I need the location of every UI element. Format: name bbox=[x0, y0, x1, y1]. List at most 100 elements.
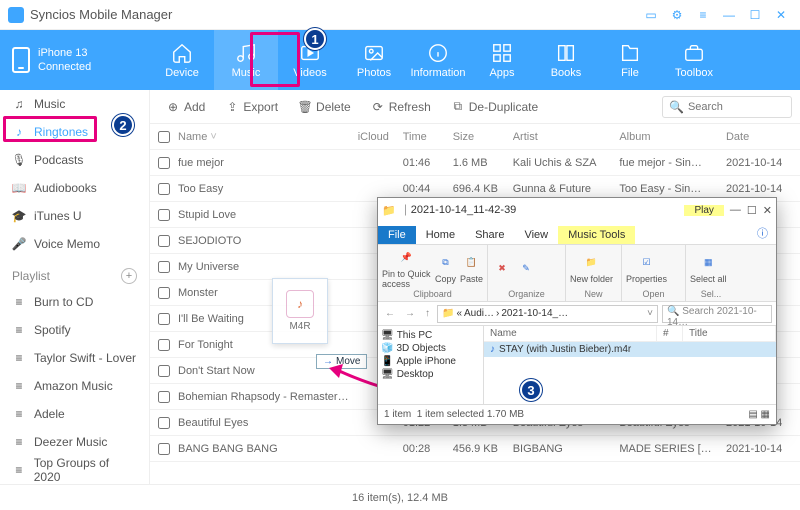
drag-ghost: ♪ M4R bbox=[272, 278, 328, 344]
row-checkbox[interactable] bbox=[158, 235, 170, 247]
sidebar-item-itunes-u[interactable]: 🎓iTunes U bbox=[0, 202, 149, 230]
rename-icon[interactable]: ✎ bbox=[516, 258, 536, 278]
explorer-maximize[interactable]: ☐ bbox=[747, 204, 757, 217]
badge-1: 1 bbox=[304, 28, 326, 50]
tree-icon: 🧊 bbox=[381, 343, 393, 354]
explorer-titlebar[interactable]: 📁 ｜ 2021-10-14_11-42-39 Play — ☐ ✕ bbox=[378, 198, 776, 222]
table-row[interactable]: fue mejor01:461.6 MBKali Uchis & SZAfue … bbox=[150, 150, 800, 176]
row-checkbox[interactable] bbox=[158, 443, 170, 455]
row-checkbox[interactable] bbox=[158, 365, 170, 377]
ribbon-help-icon[interactable]: ⓘ bbox=[749, 222, 776, 244]
dedup-button[interactable]: ⧉De-Duplicate bbox=[443, 96, 546, 118]
minimize-icon[interactable]: — bbox=[718, 4, 740, 26]
playlist-item[interactable]: ≡Deezer Music bbox=[0, 428, 149, 456]
select-all-checkbox[interactable] bbox=[158, 131, 170, 143]
tab-share[interactable]: Share bbox=[465, 226, 514, 244]
maximize-icon[interactable]: ☐ bbox=[744, 4, 766, 26]
copy-button[interactable]: ⧉Copy bbox=[435, 253, 456, 284]
row-checkbox[interactable] bbox=[158, 209, 170, 221]
export-button[interactable]: ⇪Export bbox=[217, 96, 286, 118]
playlist-item[interactable]: ≡Spotify bbox=[0, 316, 149, 344]
window-rect-icon[interactable]: ▭ bbox=[640, 4, 662, 26]
col-size[interactable]: Size bbox=[453, 131, 513, 143]
new-folder-button[interactable]: 📁New folder bbox=[570, 253, 613, 284]
explorer-minimize[interactable]: — bbox=[730, 204, 741, 217]
search-icon: 🔍 bbox=[669, 100, 684, 114]
sort-icon[interactable]: ˅ bbox=[210, 131, 216, 143]
list-icon: ≡ bbox=[12, 407, 26, 421]
explorer-window[interactable]: 📁 ｜ 2021-10-14_11-42-39 Play — ☐ ✕ File … bbox=[377, 197, 777, 425]
tab-music-tools[interactable]: Music Tools bbox=[558, 226, 635, 244]
explorer-folder-name: 2021-10-14_11-42-39 bbox=[411, 204, 685, 216]
sidebar-item-voice-memo[interactable]: 🎤Voice Memo bbox=[0, 230, 149, 258]
search-input[interactable] bbox=[688, 101, 778, 113]
row-checkbox[interactable] bbox=[158, 287, 170, 299]
row-checkbox[interactable] bbox=[158, 261, 170, 273]
col-artist[interactable]: Artist bbox=[513, 131, 620, 143]
explorer-tree[interactable]: 🖥This PC🧊3D Objects📱Apple iPhone🖥Desktop bbox=[378, 326, 484, 404]
col-album[interactable]: Album bbox=[619, 131, 726, 143]
refresh-button[interactable]: ⟳Refresh bbox=[363, 96, 439, 118]
add-button[interactable]: ⊕Add bbox=[158, 96, 213, 118]
explorer-file-row[interactable]: ♪ STAY (with Justin Bieber).m4r bbox=[484, 342, 776, 357]
playlist-item[interactable]: ≡Amazon Music bbox=[0, 372, 149, 400]
tree-item[interactable]: 🖥Desktop bbox=[381, 368, 480, 381]
explorer-search[interactable]: 🔍 Search 2021-10-14… bbox=[662, 305, 772, 323]
group-new: New bbox=[570, 289, 617, 299]
back-button[interactable]: ← bbox=[382, 308, 398, 319]
row-checkbox[interactable] bbox=[158, 417, 170, 429]
add-playlist-button[interactable]: + bbox=[121, 268, 137, 284]
view-mode-icons[interactable]: ▤ ▦ bbox=[748, 409, 770, 420]
tree-item[interactable]: 🖥This PC bbox=[381, 329, 480, 342]
playlist-item[interactable]: ≡Taylor Swift - Lover bbox=[0, 344, 149, 372]
tab-view[interactable]: View bbox=[514, 226, 558, 244]
trash-icon: 🗑 bbox=[298, 100, 312, 114]
tree-item[interactable]: 📱Apple iPhone bbox=[381, 355, 480, 368]
move-tooltip: →Move bbox=[316, 354, 367, 369]
nav-file[interactable]: File bbox=[598, 30, 662, 90]
path-box[interactable]: 📁 «Audi…› 2021-10-14_… ˅ bbox=[437, 305, 658, 323]
pin-quick-access[interactable]: 📌Pin to Quick access bbox=[382, 248, 431, 289]
col-icloud[interactable]: iCloud bbox=[358, 131, 403, 143]
move-to-icon[interactable]: ✖ bbox=[492, 258, 512, 278]
col-name[interactable]: Name bbox=[178, 131, 207, 143]
row-checkbox[interactable] bbox=[158, 339, 170, 351]
sidebar-item-audiobooks[interactable]: 📖Audiobooks bbox=[0, 174, 149, 202]
nav-info[interactable]: Information bbox=[406, 30, 470, 90]
nav-photos[interactable]: Photos bbox=[342, 30, 406, 90]
forward-button[interactable]: → bbox=[402, 308, 418, 319]
explorer-file-name: STAY (with Justin Bieber).m4r bbox=[499, 344, 631, 355]
device-box[interactable]: iPhone 13 Connected bbox=[0, 30, 150, 90]
playlist-item[interactable]: ≡Adele bbox=[0, 400, 149, 428]
col-time[interactable]: Time bbox=[403, 131, 453, 143]
row-checkbox[interactable] bbox=[158, 313, 170, 325]
properties-button[interactable]: ☑Properties bbox=[626, 253, 667, 284]
tab-home[interactable]: Home bbox=[416, 226, 465, 244]
select-all-button[interactable]: ▦Select all bbox=[690, 253, 727, 284]
tree-item[interactable]: 🧊3D Objects bbox=[381, 342, 480, 355]
list-icon: ≡ bbox=[12, 323, 26, 337]
nav-device[interactable]: Device bbox=[150, 30, 214, 90]
table-row[interactable]: BANG BANG BANG00:28456.9 KBBIGBANGMADE S… bbox=[150, 436, 800, 462]
nav-toolbox[interactable]: Toolbox bbox=[662, 30, 726, 90]
menu-icon[interactable]: ≡ bbox=[692, 4, 714, 26]
tab-file[interactable]: File bbox=[378, 226, 416, 244]
phone-icon bbox=[12, 47, 30, 73]
playlist-item[interactable]: ≡Burn to CD bbox=[0, 288, 149, 316]
delete-button[interactable]: 🗑Delete bbox=[290, 96, 359, 118]
up-button[interactable]: ↑ bbox=[422, 308, 433, 319]
nav-books[interactable]: Books bbox=[534, 30, 598, 90]
highlight-music-tab bbox=[250, 32, 300, 87]
explorer-close[interactable]: ✕ bbox=[763, 204, 772, 217]
row-checkbox[interactable] bbox=[158, 391, 170, 403]
playlist-item[interactable]: ≡Top Groups of 2020 bbox=[0, 456, 149, 484]
close-icon[interactable]: ✕ bbox=[770, 4, 792, 26]
paste-button[interactable]: 📋Paste bbox=[460, 253, 483, 284]
row-checkbox[interactable] bbox=[158, 157, 170, 169]
sidebar-item-podcasts[interactable]: 🎙Podcasts bbox=[0, 146, 149, 174]
col-date[interactable]: Date bbox=[726, 131, 800, 143]
search-box[interactable]: 🔍 bbox=[662, 96, 792, 118]
settings-icon[interactable]: ⚙ bbox=[666, 4, 688, 26]
nav-apps[interactable]: Apps bbox=[470, 30, 534, 90]
row-checkbox[interactable] bbox=[158, 183, 170, 195]
